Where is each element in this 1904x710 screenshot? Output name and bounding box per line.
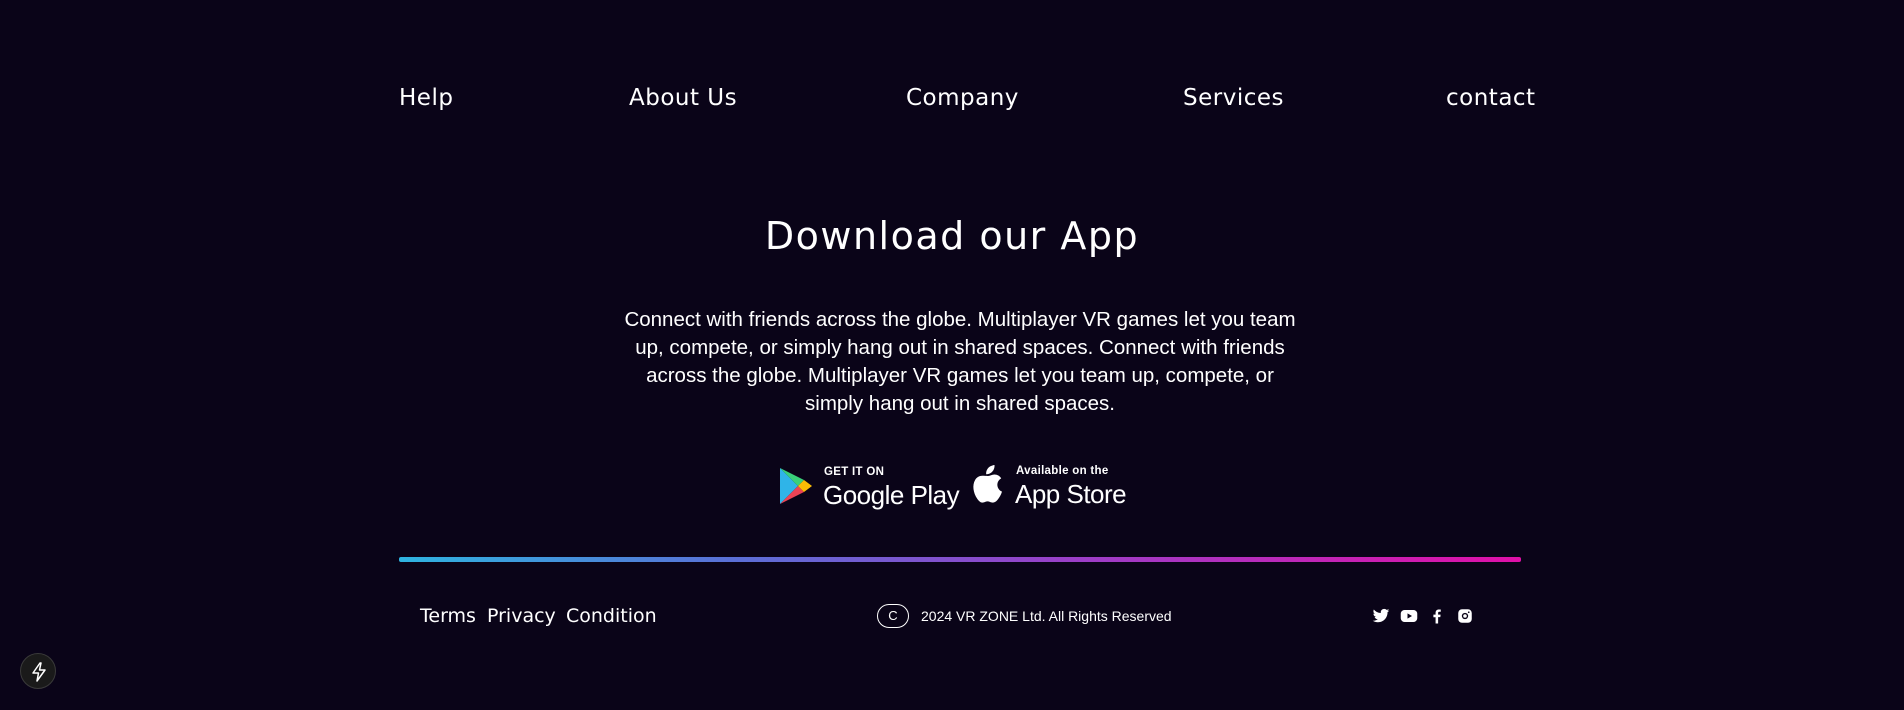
google-play-button[interactable]: GET IT ON Google Play: [776, 460, 960, 512]
copyright-icon: C: [877, 604, 909, 628]
nav-services-link[interactable]: Services: [1183, 78, 1284, 118]
app-store-button[interactable]: Available on the App Store: [972, 460, 1142, 512]
copyright-text: 2024 VR ZONE Ltd. All Rights Reserved: [921, 608, 1172, 624]
apple-icon: [972, 465, 1004, 507]
footer-nav: Help About Us Company Services contact: [399, 78, 1535, 118]
download-description: Connect with friends across the globe. M…: [624, 308, 1296, 415]
social-links: [1372, 607, 1482, 627]
nav-about-us-link[interactable]: About Us: [629, 78, 737, 118]
google-play-icon: [778, 467, 814, 509]
google-play-small-text: GET IT ON: [824, 466, 885, 478]
download-title: Download our App: [764, 214, 1140, 258]
terms-link[interactable]: Terms: [420, 600, 476, 632]
facebook-icon[interactable]: [1428, 607, 1448, 627]
footer-page: Help About Us Company Services contact D…: [0, 0, 1904, 710]
footer-divider: [399, 557, 1521, 562]
store-buttons: GET IT ON Google Play Available on the A…: [776, 460, 1136, 512]
instagram-icon[interactable]: [1456, 607, 1476, 627]
nav-help-link[interactable]: Help: [399, 78, 453, 118]
youtube-icon[interactable]: [1400, 607, 1420, 627]
app-store-small-text: Available on the: [1016, 465, 1109, 477]
google-play-big-text: Google Play: [823, 480, 960, 510]
condition-link[interactable]: Condition: [566, 600, 657, 632]
nav-company-link[interactable]: Company: [906, 78, 1019, 118]
privacy-link[interactable]: Privacy: [487, 600, 556, 632]
nav-contact-link[interactable]: contact: [1446, 78, 1536, 118]
twitter-icon[interactable]: [1372, 607, 1392, 627]
app-store-big-text: App Store: [1015, 479, 1127, 509]
lightning-bolt-button[interactable]: [20, 653, 56, 689]
